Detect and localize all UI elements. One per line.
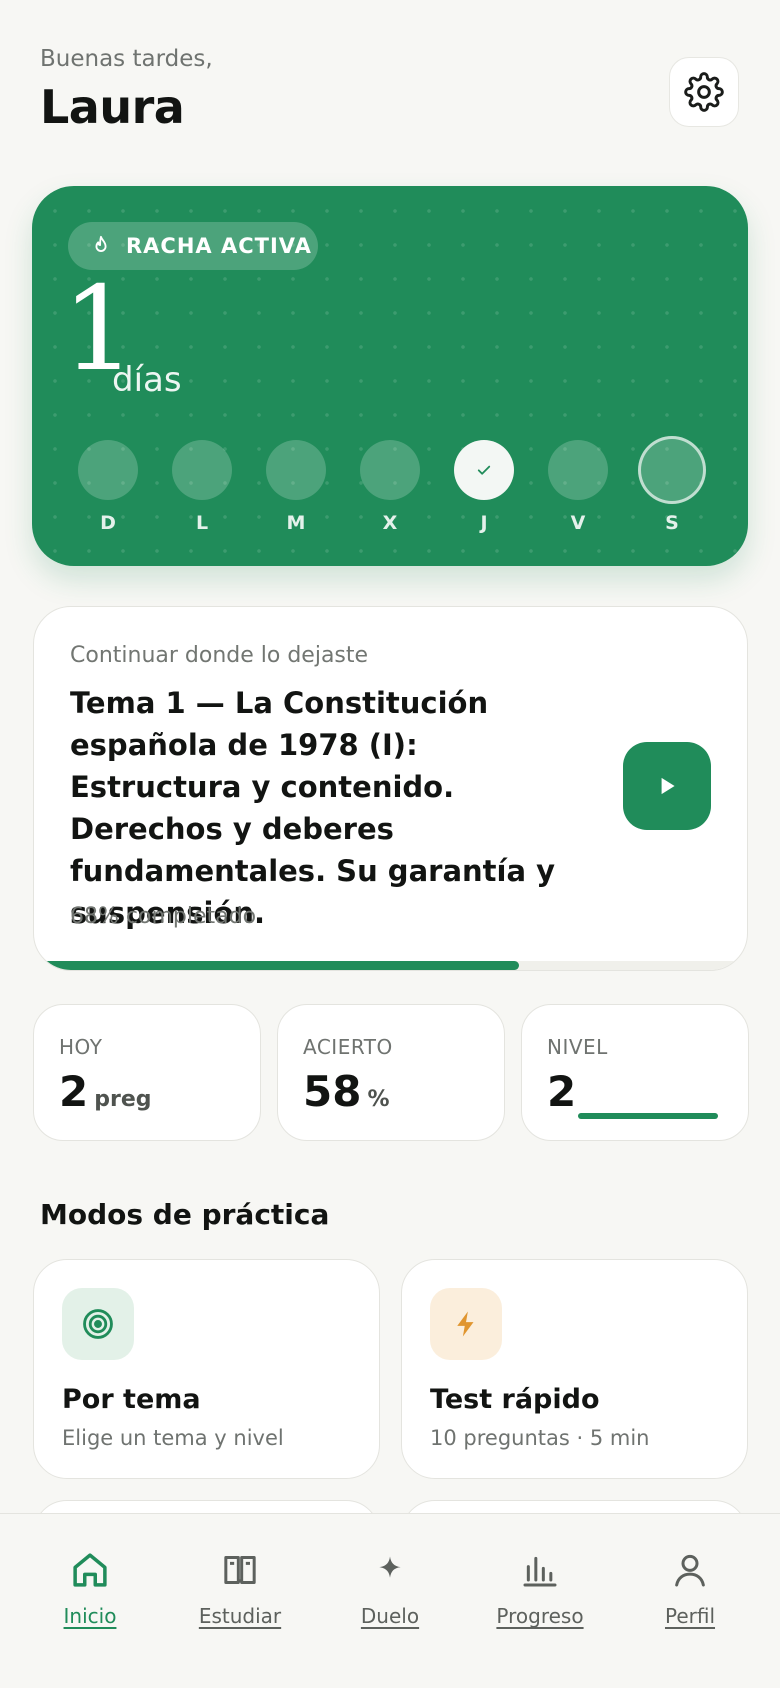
week-days: D L M X J V S xyxy=(78,436,708,540)
stat-value: 2 preg xyxy=(59,1067,152,1116)
streak-card: RACHA ACTIVA 1 días D L M X J V S xyxy=(32,186,748,566)
nav-label: Estudiar xyxy=(198,1604,282,1628)
continue-topic-title: Tema 1 — La Constitución española de 197… xyxy=(70,686,556,930)
nav-label: Progreso xyxy=(496,1604,584,1628)
continue-card[interactable]: Continuar donde lo dejaste Tema 1 — La C… xyxy=(33,606,748,971)
stat-number: 2 xyxy=(59,1067,89,1116)
stat-label: NIVEL xyxy=(547,1035,608,1059)
day-label: S xyxy=(665,512,679,534)
flame-icon xyxy=(95,235,107,252)
play-icon xyxy=(661,777,675,795)
day-label: L xyxy=(195,512,209,534)
nav-item-inicio[interactable]: Inicio xyxy=(30,1548,150,1628)
nav-label: Inicio xyxy=(63,1604,117,1628)
level-progress-bar xyxy=(578,1113,718,1119)
day-label: V xyxy=(570,512,586,534)
day-indicator-done xyxy=(454,440,514,500)
nav-item-perfil[interactable]: Perfil xyxy=(630,1548,750,1628)
stat-number: 2 xyxy=(547,1067,577,1116)
continue-kicker: Continuar donde lo dejaste xyxy=(70,643,369,668)
continue-progress-bar xyxy=(34,961,747,970)
nav-label: Duelo xyxy=(360,1604,420,1628)
book-icon xyxy=(224,1556,256,1584)
practice-modes-title: Modos de práctica xyxy=(40,1198,330,1231)
day-wednesday: X xyxy=(360,440,420,534)
day-indicator-today xyxy=(638,436,706,504)
mode-title: Por tema xyxy=(62,1384,201,1415)
sparkle-icon xyxy=(379,1556,401,1578)
stat-today: HOY 2 preg xyxy=(33,1004,261,1141)
day-indicator xyxy=(360,440,420,500)
stat-label: HOY xyxy=(59,1035,103,1059)
continue-progress-text: 68% completado xyxy=(70,904,257,929)
mode-subtitle: Elige un tema y nivel xyxy=(62,1426,284,1450)
lightning-icon xyxy=(457,1311,474,1337)
stat-unit: % xyxy=(367,1087,390,1112)
day-tuesday: M xyxy=(266,440,326,534)
day-indicator xyxy=(172,440,232,500)
day-indicator xyxy=(548,440,608,500)
target-icon xyxy=(83,1309,113,1339)
level-progress-fill xyxy=(578,1113,718,1119)
home-icon xyxy=(73,1553,107,1587)
day-monday: L xyxy=(172,440,232,534)
stat-label: ACIERTO xyxy=(303,1035,393,1059)
streak-badge-label: RACHA ACTIVA xyxy=(126,234,312,258)
gear-icon xyxy=(684,72,724,112)
day-indicator xyxy=(78,440,138,500)
stat-accuracy: ACIERTO 58% xyxy=(277,1004,505,1141)
bar-chart-icon xyxy=(523,1556,557,1587)
day-label: J xyxy=(480,512,488,534)
day-indicator xyxy=(266,440,326,500)
settings-button[interactable] xyxy=(669,57,739,127)
stat-value: 58% xyxy=(303,1067,390,1116)
mode-title: Test rápido xyxy=(430,1384,600,1415)
nav-item-duelo[interactable]: Duelo xyxy=(330,1548,450,1628)
day-label: M xyxy=(286,512,306,534)
mode-card-test-rapido[interactable]: Test rápido 10 preguntas · 5 min xyxy=(401,1259,748,1479)
nav-item-estudiar[interactable]: Estudiar xyxy=(180,1548,300,1628)
day-label: X xyxy=(382,512,398,534)
day-friday: V xyxy=(548,440,608,534)
user-icon xyxy=(675,1554,705,1587)
stat-value: 2 xyxy=(547,1067,576,1116)
continue-progress-fill xyxy=(34,961,519,970)
stat-number: 58 xyxy=(303,1067,362,1116)
nav-label: Perfil xyxy=(664,1604,716,1628)
day-thursday: J xyxy=(454,440,514,534)
mode-subtitle: 10 preguntas · 5 min xyxy=(430,1426,650,1450)
user-name: Laura xyxy=(40,80,185,134)
stat-level: NIVEL 2 xyxy=(521,1004,749,1141)
day-label: D xyxy=(100,512,116,534)
greeting-text: Buenas tardes, xyxy=(40,46,213,72)
stat-unit: preg xyxy=(94,1087,152,1112)
play-button[interactable] xyxy=(623,742,711,830)
streak-unit: días xyxy=(112,360,182,400)
mode-card-por-tema[interactable]: Por tema Elige un tema y nivel xyxy=(33,1259,380,1479)
check-icon xyxy=(477,465,491,475)
day-saturday: S xyxy=(638,436,706,534)
day-sunday: D xyxy=(78,440,138,534)
mode-icon-tile xyxy=(430,1288,502,1360)
mode-icon-tile xyxy=(62,1288,134,1360)
bottom-nav: Inicio Estudiar Duelo Progreso Perfil xyxy=(0,1513,780,1688)
nav-item-progreso[interactable]: Progreso xyxy=(480,1548,600,1628)
